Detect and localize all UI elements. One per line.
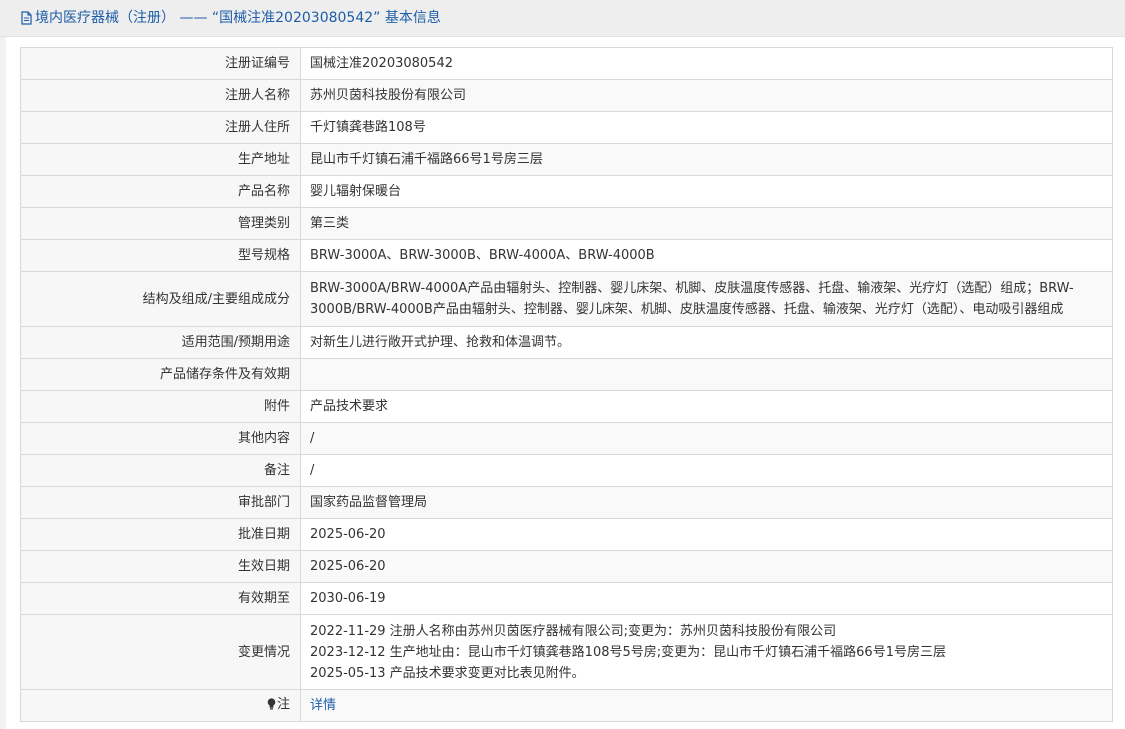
row-value: /: [300, 422, 1113, 455]
row-value: 2030-06-19: [300, 582, 1113, 615]
table-row: 附件 产品技术要求: [20, 390, 1113, 423]
table-row: 有效期至 2030-06-19: [20, 582, 1113, 615]
row-value: 国家药品监督管理局: [300, 486, 1113, 519]
table-row: 型号规格 BRW-3000A、BRW-3000B、BRW-4000A、BRW-40…: [20, 239, 1113, 272]
table-row: 注册证编号 国械注准20203080542: [20, 47, 1113, 80]
table-row: 批准日期 2025-06-20: [20, 518, 1113, 551]
row-label: 其他内容: [20, 422, 301, 455]
row-label: 批准日期: [20, 518, 301, 551]
row-label: 变更情况: [20, 614, 301, 690]
row-label: 有效期至: [20, 582, 301, 615]
row-value: 国械注准20203080542: [300, 47, 1113, 80]
row-value: 对新生儿进行敞开式护理、抢救和体温调节。: [300, 326, 1113, 359]
row-value: [300, 358, 1113, 391]
row-value: 婴儿辐射保暖台: [300, 175, 1113, 208]
row-value: 苏州贝茵科技股份有限公司: [300, 79, 1113, 112]
row-value: BRW-3000A、BRW-3000B、BRW-4000A、BRW-4000B: [300, 239, 1113, 272]
note-label: 注: [276, 697, 290, 712]
row-label: 产品储存条件及有效期: [20, 358, 301, 391]
row-label: 注册人住所: [20, 111, 301, 144]
row-label: 生产地址: [20, 143, 301, 176]
row-label: 注册人名称: [20, 79, 301, 112]
table-row: 生产地址 昆山市千灯镇石浦千福路66号1号房三层: [20, 143, 1113, 176]
row-label: 生效日期: [20, 550, 301, 583]
change-entry: 2022-11-29 注册人名称由苏州贝茵医疗器械有限公司;变更为：苏州贝茵科技…: [310, 623, 837, 639]
row-value: 详情: [300, 689, 1113, 722]
page-title: 境内医疗器械（注册） —— “国械注准20203080542” 基本信息: [35, 10, 441, 26]
row-label: 附件: [20, 390, 301, 423]
row-value: 产品技术要求: [300, 390, 1113, 423]
table-row: 产品储存条件及有效期: [20, 358, 1113, 391]
table-row: 适用范围/预期用途 对新生儿进行敞开式护理、抢救和体温调节。: [20, 326, 1113, 359]
page: 境内医疗器械（注册） —— “国械注准20203080542” 基本信息 注册证…: [0, 0, 1125, 729]
page-header: 境内医疗器械（注册） —— “国械注准20203080542” 基本信息: [0, 0, 1125, 37]
table-row: 审批部门 国家药品监督管理局: [20, 486, 1113, 519]
change-history: 2022-11-29 注册人名称由苏州贝茵医疗器械有限公司;变更为：苏州贝茵科技…: [300, 614, 1113, 690]
row-value: BRW-3000A/BRW-4000A产品由辐射头、控制器、婴儿床架、机脚、皮肤…: [300, 271, 1113, 327]
table-row: 生效日期 2025-06-20: [20, 550, 1113, 583]
document-icon: [20, 3, 33, 39]
table-row-note: 注 详情: [20, 689, 1113, 722]
row-value: /: [300, 454, 1113, 487]
table-row-changes: 变更情况 2022-11-29 注册人名称由苏州贝茵医疗器械有限公司;变更为：苏…: [20, 614, 1113, 690]
table-row: 产品名称 婴儿辐射保暖台: [20, 175, 1113, 208]
table-row: 结构及组成/主要组成成分 BRW-3000A/BRW-4000A产品由辐射头、控制…: [20, 271, 1113, 327]
row-value: 第三类: [300, 207, 1113, 240]
table-row: 备注 /: [20, 454, 1113, 487]
row-label: 型号规格: [20, 239, 301, 272]
row-label: 备注: [20, 454, 301, 487]
row-label: 适用范围/预期用途: [20, 326, 301, 359]
table-row: 管理类别 第三类: [20, 207, 1113, 240]
row-value: 千灯镇龚巷路108号: [300, 111, 1113, 144]
info-table: 注册证编号 国械注准20203080542 注册人名称 苏州贝茵科技股份有限公司 注册人…: [20, 47, 1113, 722]
row-value: 2025-06-20: [300, 518, 1113, 551]
change-entry: 2025-05-13 产品技术要求变更对比表见附件。: [310, 665, 585, 681]
row-label: 管理类别: [20, 207, 301, 240]
row-label: 审批部门: [20, 486, 301, 519]
table-row: 注册人住所 千灯镇龚巷路108号: [20, 111, 1113, 144]
row-label: 结构及组成/主要组成成分: [20, 271, 301, 327]
lightbulb-icon: [267, 696, 276, 717]
row-label: 注: [20, 689, 301, 722]
detail-panel: 注册证编号 国械注准20203080542 注册人名称 苏州贝茵科技股份有限公司 注册人…: [6, 37, 1125, 729]
row-value: 2025-06-20: [300, 550, 1113, 583]
row-value: 昆山市千灯镇石浦千福路66号1号房三层: [300, 143, 1113, 176]
table-row: 其他内容 /: [20, 422, 1113, 455]
change-entry: 2023-12-12 生产地址由：昆山市千灯镇龚巷路108号5号房;变更为：昆山…: [310, 644, 946, 660]
table-row: 注册人名称 苏州贝茵科技股份有限公司: [20, 79, 1113, 112]
row-label: 注册证编号: [20, 47, 301, 80]
details-link[interactable]: 详情: [310, 698, 336, 713]
row-label: 产品名称: [20, 175, 301, 208]
